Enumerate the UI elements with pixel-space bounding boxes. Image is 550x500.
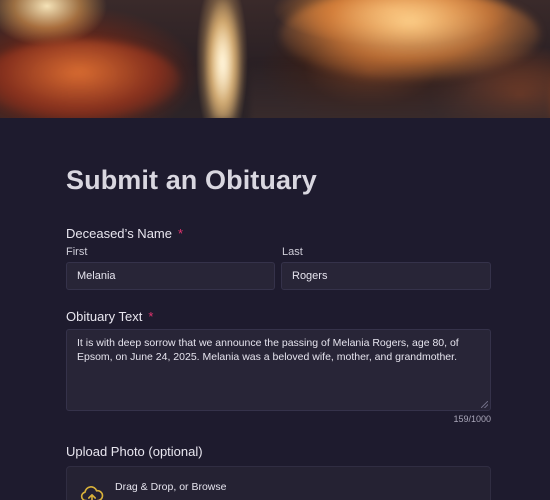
upload-photo-label: Upload Photo (optional): [66, 444, 203, 459]
last-name-label: Last: [282, 246, 303, 258]
resize-handle-icon[interactable]: [481, 401, 488, 408]
page-title: Submit an Obituary: [66, 165, 317, 195]
required-marker: *: [148, 309, 154, 324]
deceased-name-label: Deceased’s Name *: [66, 226, 183, 241]
deceased-name-label-text: Deceased’s Name: [66, 226, 172, 241]
candle-glow-left: [0, 40, 180, 118]
character-counter: 159/1000: [453, 414, 491, 424]
photo-dropzone[interactable]: Drag & Drop, or Browse: [66, 466, 491, 500]
required-marker: *: [177, 226, 184, 241]
cloud-upload-icon: [80, 486, 104, 500]
dropzone-title: Drag & Drop, or Browse: [115, 481, 227, 493]
obituary-textarea-value: It is with deep sorrow that we announce …: [77, 337, 459, 363]
obituary-text-label-text: Obituary Text: [66, 309, 143, 324]
first-name-input[interactable]: Melania: [66, 262, 275, 290]
candle-flame-center: [205, 0, 241, 118]
candle-tray: [250, 60, 550, 118]
obituary-text-label: Obituary Text *: [66, 309, 153, 324]
first-name-label: First: [66, 246, 88, 258]
last-name-input[interactable]: Rogers: [281, 262, 491, 290]
obituary-textarea[interactable]: It is with deep sorrow that we announce …: [66, 329, 491, 411]
hero-candles-image: [0, 0, 550, 118]
